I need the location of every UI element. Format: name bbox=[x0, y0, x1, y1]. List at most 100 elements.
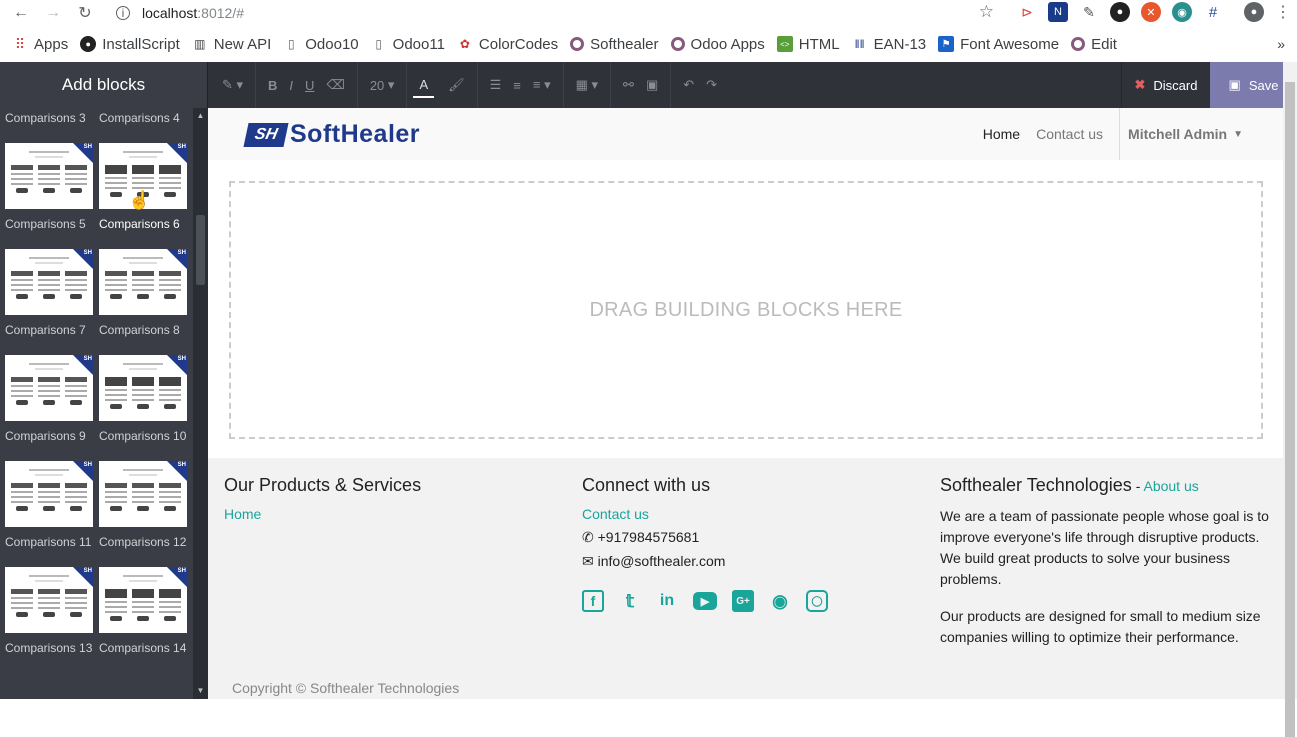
odoo-icon bbox=[1071, 37, 1086, 51]
snippet-thumbnail[interactable]: SH bbox=[5, 567, 93, 633]
nav-contact-us[interactable]: Contact us bbox=[1028, 126, 1111, 142]
drop-zone[interactable]: DRAG BUILDING BLOCKS HERE bbox=[229, 181, 1263, 439]
eraser-icon[interactable]: ⌫ bbox=[320, 62, 350, 108]
info-icon[interactable]: i bbox=[116, 5, 130, 20]
snippet-thumbnail[interactable]: SH bbox=[5, 143, 93, 209]
snippet-label: Comparisons 11 bbox=[5, 535, 92, 549]
bookmark-odoo10[interactable]: ▯ Odoo10 bbox=[283, 36, 359, 53]
sidebar-scroll-thumb[interactable] bbox=[196, 215, 205, 285]
footer-col-connect: Connect with us Contact us ✆ +9179845756… bbox=[582, 475, 912, 612]
bookmark-ean13[interactable]: ‖‖ EAN-13 bbox=[852, 36, 927, 53]
bookmark-odoo11[interactable]: ▯ Odoo11 bbox=[371, 36, 445, 53]
page-scroll-thumb[interactable] bbox=[1285, 82, 1295, 737]
bookmark-html[interactable]: <> HTML bbox=[776, 36, 840, 53]
bookmark-font-awesome[interactable]: ⚑ Font Awesome bbox=[938, 36, 1059, 53]
font-color-icon[interactable]: A bbox=[413, 72, 435, 98]
bookmark-edit[interactable]: Edit bbox=[1071, 36, 1117, 53]
font-size-dropdown[interactable]: 20 ▾ bbox=[364, 62, 401, 108]
sidebar-scrollbar[interactable]: ▲ ▼ bbox=[193, 108, 208, 699]
table-dropdown-icon[interactable]: ▦ ▾ bbox=[570, 62, 604, 108]
snippet-thumbnail[interactable]: SH bbox=[5, 355, 93, 421]
footer-home-link[interactable]: Home bbox=[224, 506, 554, 522]
profile-icon[interactable]: ● bbox=[1244, 2, 1264, 22]
snippet-thumbnail[interactable]: SH bbox=[99, 355, 187, 421]
footer-contact-link[interactable]: Contact us bbox=[582, 506, 912, 522]
github-icon: ● bbox=[80, 36, 97, 52]
page-scrollbar[interactable] bbox=[1283, 62, 1297, 737]
drop-zone-text: DRAG BUILDING BLOCKS HERE bbox=[589, 298, 903, 321]
scroll-up-icon[interactable]: ▲ bbox=[196, 111, 205, 120]
close-icon: ✖ bbox=[1134, 77, 1146, 92]
align-dropdown-icon[interactable]: ≡ ▾ bbox=[527, 62, 557, 108]
footer: Our Products & Services Home Connect wit… bbox=[208, 458, 1283, 699]
apps-grid-icon: ⠿ bbox=[14, 35, 26, 52]
footer-phone: ✆ +917984575681 bbox=[582, 529, 700, 545]
save-icon: ▣ bbox=[1228, 77, 1241, 92]
snippet-thumbnail[interactable]: SH bbox=[99, 461, 187, 527]
reload-icon[interactable]: ↻ bbox=[74, 2, 96, 24]
extension-globe-icon[interactable]: ◉ bbox=[1172, 2, 1192, 22]
scroll-down-icon[interactable]: ▼ bbox=[196, 686, 205, 695]
footer-about-link[interactable]: About us bbox=[1143, 478, 1198, 494]
extension-grid-icon[interactable]: # bbox=[1203, 2, 1223, 22]
snippet-label: Comparisons 6 bbox=[99, 217, 180, 231]
bookmark-apps[interactable]: ⠿ Apps bbox=[12, 36, 68, 53]
site-logo[interactable]: SH SoftHealer bbox=[243, 120, 420, 149]
extension-dark-icon[interactable]: ● bbox=[1110, 2, 1130, 22]
undo-icon[interactable]: ↶ bbox=[677, 62, 700, 108]
url-field[interactable]: i localhost:8012/# bbox=[116, 5, 244, 21]
magic-wand-icon[interactable]: ✎ ▾ bbox=[216, 62, 249, 108]
redo-icon[interactable]: ↷ bbox=[700, 62, 723, 108]
bookmark-installscript[interactable]: ● InstallScript bbox=[80, 36, 180, 53]
snippet-thumbnail[interactable]: SH bbox=[5, 249, 93, 315]
snippet-thumbnail[interactable]: SH bbox=[99, 567, 187, 633]
footer-para-1: We are a team of passionate people whose… bbox=[940, 508, 1269, 587]
snippet-thumbnail[interactable]: SH bbox=[99, 249, 187, 315]
extension-orange-icon[interactable]: ✕ bbox=[1141, 2, 1161, 22]
link-icon[interactable]: ⚯ bbox=[617, 62, 640, 108]
twitter-icon[interactable]: 𝕥 bbox=[619, 590, 641, 612]
bookmarks-bar: ⠿ Apps ● InstallScript ▥ New API ▯ Odoo10 ▯ O… bbox=[0, 31, 1297, 57]
phone-icon: ✆ bbox=[582, 529, 594, 545]
odoo-icon bbox=[670, 37, 685, 51]
underline-icon[interactable]: U bbox=[299, 62, 320, 108]
bold-icon[interactable]: B bbox=[262, 62, 283, 108]
snippet-thumbnail[interactable]: SH bbox=[5, 461, 93, 527]
bookmarks-overflow-icon[interactable]: » bbox=[1277, 36, 1285, 52]
github-icon[interactable]: ◉ bbox=[769, 590, 791, 612]
image-icon[interactable]: ▣ bbox=[640, 62, 664, 108]
google-plus-icon[interactable]: G+ bbox=[732, 590, 754, 612]
url-host: localhost bbox=[142, 4, 198, 21]
numbered-list-icon[interactable]: ≡ bbox=[507, 62, 527, 108]
extension-tools-icon[interactable]: ✎ bbox=[1079, 2, 1099, 22]
forward-icon[interactable]: → bbox=[42, 2, 64, 24]
bookmark-odoo-apps[interactable]: Odoo Apps bbox=[670, 36, 765, 53]
linkedin-icon[interactable]: in bbox=[656, 590, 678, 612]
bullet-list-icon[interactable]: ☰ bbox=[484, 62, 508, 108]
envelope-icon: ✉ bbox=[582, 553, 594, 569]
editor-toolbar: Add blocks ✎ ▾ B I U ⌫ 20 ▾ A 🖌 ☰ ≡ ≡ ▾ … bbox=[0, 62, 1297, 108]
facebook-icon[interactable]: f bbox=[582, 590, 604, 612]
snippet-label: Comparisons 13 bbox=[5, 641, 93, 655]
bookmark-softhealer[interactable]: Softhealer bbox=[570, 36, 659, 53]
italic-icon[interactable]: I bbox=[283, 62, 299, 108]
snippet-label: Comparisons 8 bbox=[99, 323, 180, 337]
extension-n-icon[interactable]: N bbox=[1048, 2, 1068, 22]
star-icon[interactable]: ☆ bbox=[979, 2, 994, 22]
instagram-icon[interactable]: ◯ bbox=[806, 590, 828, 612]
bookmark-colorcodes[interactable]: ✿ ColorCodes bbox=[457, 36, 558, 53]
extension-1-icon[interactable]: ⊳ bbox=[1017, 2, 1037, 22]
footer-products-title: Our Products & Services bbox=[224, 475, 422, 495]
discard-button[interactable]: ✖ Discard bbox=[1121, 62, 1210, 108]
nav-home[interactable]: Home bbox=[975, 126, 1028, 142]
back-icon[interactable]: ← bbox=[10, 2, 32, 24]
menu-icon[interactable]: ⋮ bbox=[1275, 2, 1291, 22]
youtube-icon[interactable]: ▶ bbox=[693, 592, 717, 610]
bookmark-new-api[interactable]: ▥ New API bbox=[192, 36, 271, 53]
site-header: SH SoftHealer Home Contact us Mitchell A… bbox=[208, 108, 1283, 160]
top-nav: Home Contact us Mitchell Admin ▼ bbox=[975, 108, 1243, 160]
user-menu[interactable]: Mitchell Admin ▼ bbox=[1119, 108, 1243, 160]
brush-icon[interactable]: 🖌 bbox=[442, 62, 471, 108]
snippet-label: Comparisons 12 bbox=[99, 535, 187, 549]
snippet-label: Comparisons 3 bbox=[5, 111, 86, 125]
